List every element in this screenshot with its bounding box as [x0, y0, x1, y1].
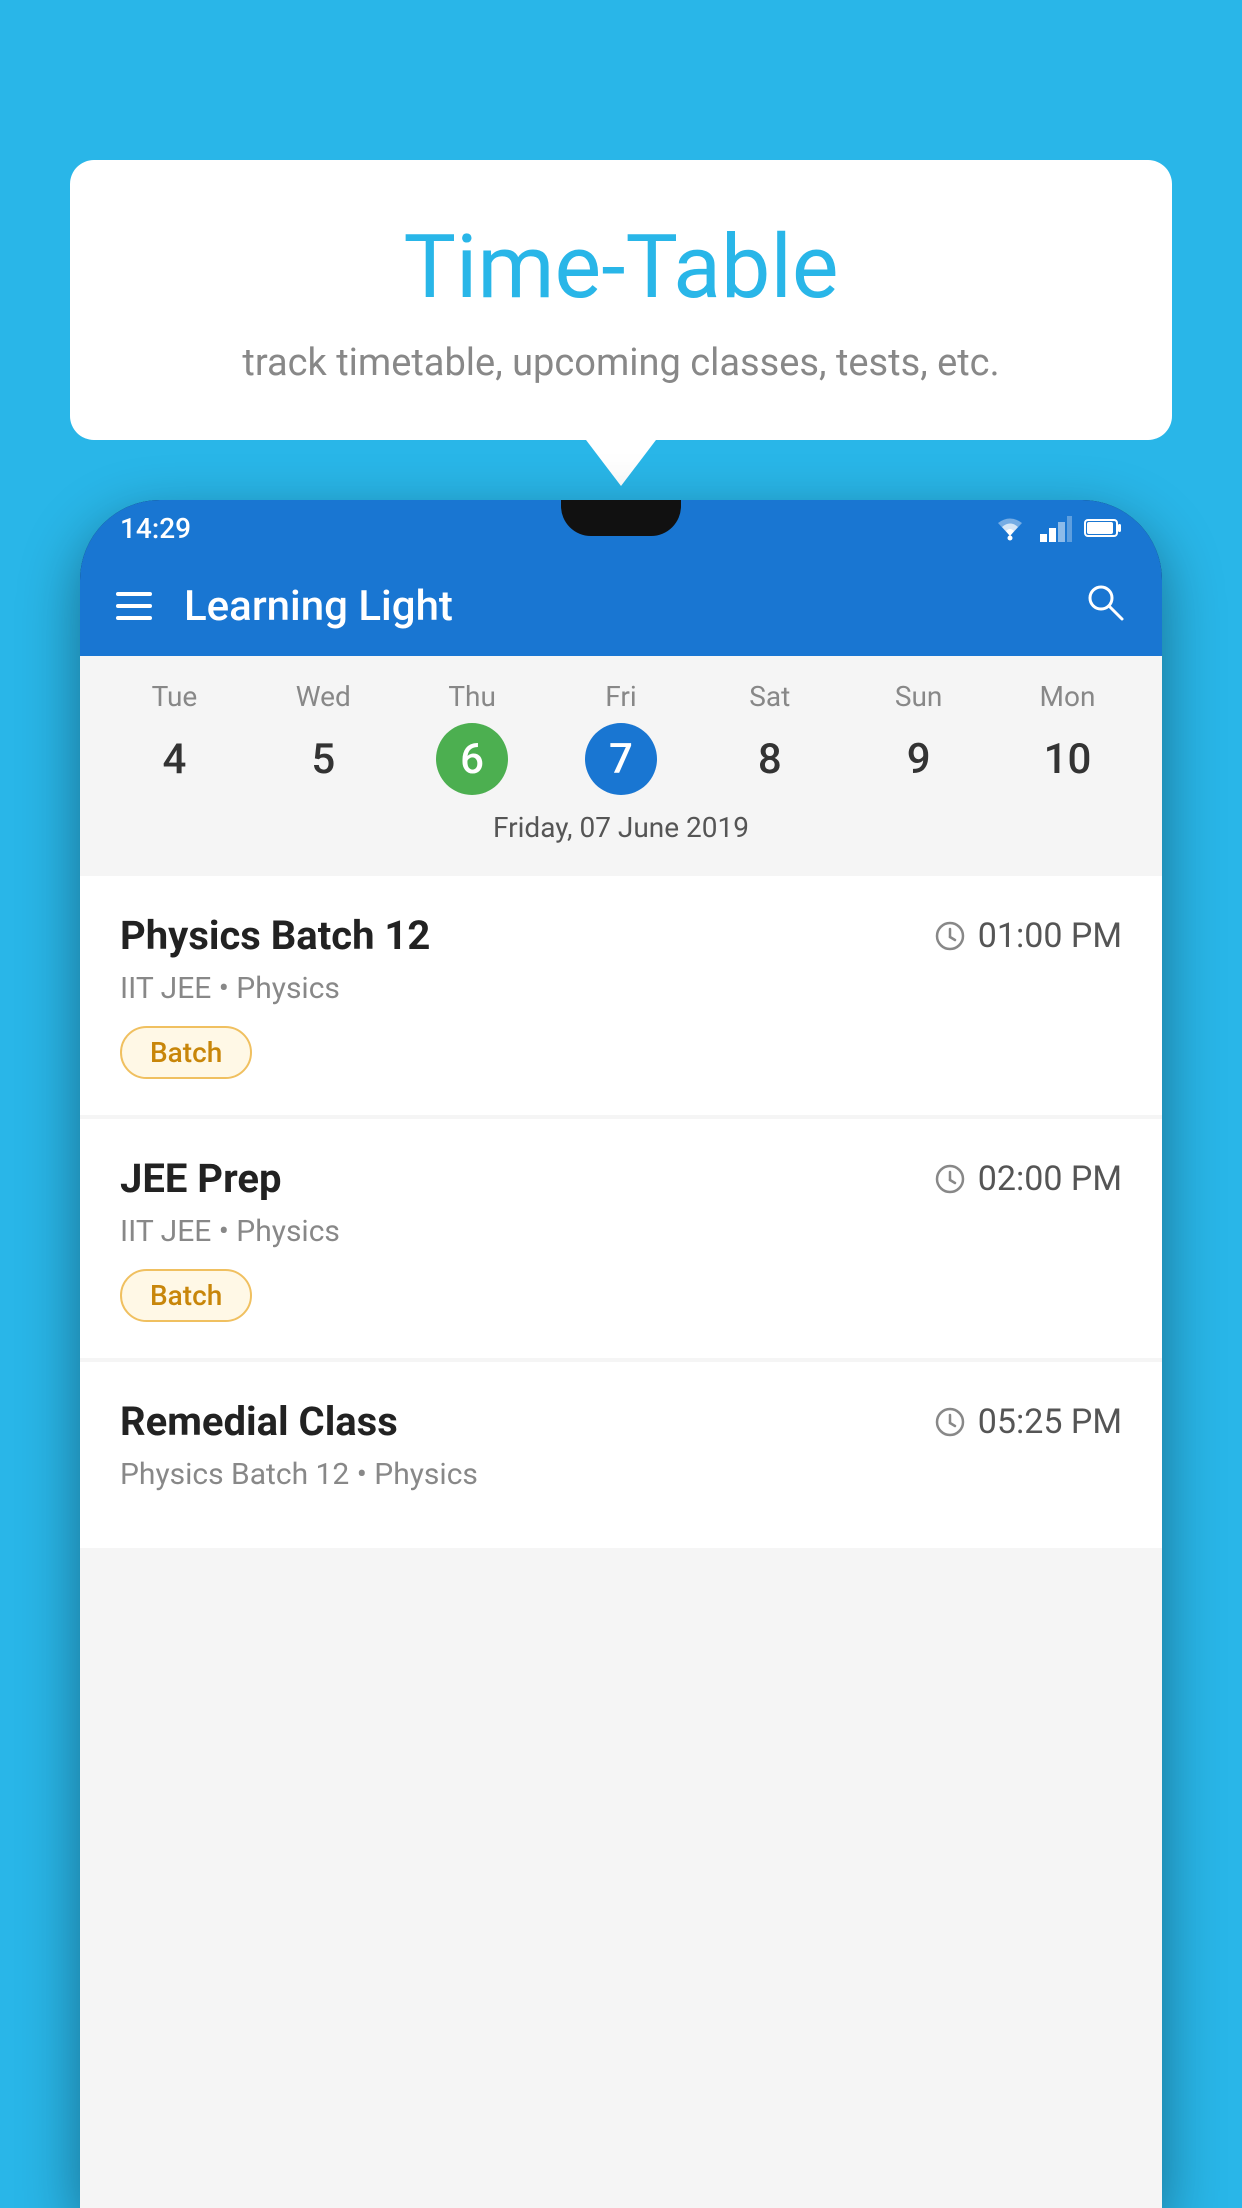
schedule-item-1[interactable]: JEE Prep 02:00 PM IIT JEE • Physics Batch: [80, 1119, 1162, 1358]
day-label: Thu: [448, 680, 496, 713]
hamburger-menu-icon[interactable]: [116, 592, 152, 620]
day-label: Fri: [605, 680, 636, 713]
day-label: Tue: [152, 680, 198, 713]
time-text: 01:00 PM: [978, 916, 1122, 956]
wifi-icon: [992, 514, 1028, 542]
status-time: 14:29: [120, 512, 191, 545]
calendar-day-8[interactable]: Sat 8: [734, 680, 806, 795]
signal-icon: [1040, 514, 1072, 542]
calendar-days: Tue 4 Wed 5 Thu 6 Fri 7 Sat 8 Sun 9 Mon 10: [80, 680, 1162, 795]
calendar-strip: Tue 4 Wed 5 Thu 6 Fri 7 Sat 8 Sun 9 Mon 10 Friday, 07…: [80, 656, 1162, 876]
calendar-day-4[interactable]: Tue 4: [138, 680, 210, 795]
schedule-meta: Physics Batch 12 • Physics: [120, 1457, 1122, 1492]
day-label: Sun: [895, 680, 943, 713]
schedule-meta: IIT JEE • Physics: [120, 971, 1122, 1006]
app-bar: Learning Light: [80, 556, 1162, 656]
day-number: 10: [1031, 723, 1103, 795]
schedule-name: Physics Batch 12: [120, 912, 430, 959]
day-label: Mon: [1040, 680, 1096, 713]
calendar-day-5[interactable]: Wed 5: [287, 680, 359, 795]
schedule-item-header: JEE Prep 02:00 PM: [120, 1155, 1122, 1202]
day-number: 8: [734, 723, 806, 795]
day-label: Sat: [749, 680, 790, 713]
day-number: 4: [138, 723, 210, 795]
time-text: 05:25 PM: [978, 1402, 1122, 1442]
day-number: 6: [436, 723, 508, 795]
speech-bubble-container: Time-Table track timetable, upcoming cla…: [70, 160, 1172, 440]
calendar-date-label: Friday, 07 June 2019: [80, 795, 1162, 864]
phone-inner: Tue 4 Wed 5 Thu 6 Fri 7 Sat 8 Sun 9 Mon 10 Friday, 07…: [80, 656, 1162, 2208]
bubble-title: Time-Table: [130, 220, 1112, 317]
bubble-subtitle: track timetable, upcoming classes, tests…: [130, 341, 1112, 385]
day-number: 5: [287, 723, 359, 795]
day-number: 9: [883, 723, 955, 795]
battery-icon: [1084, 517, 1122, 539]
status-icons: [992, 514, 1122, 542]
schedule-badge: Batch: [120, 1269, 252, 1322]
schedule-meta: IIT JEE • Physics: [120, 1214, 1122, 1249]
calendar-day-10[interactable]: Mon 10: [1031, 680, 1103, 795]
time-text: 02:00 PM: [978, 1159, 1122, 1199]
search-icon[interactable]: [1082, 579, 1126, 634]
speech-bubble: Time-Table track timetable, upcoming cla…: [70, 160, 1172, 440]
phone-frame: 14:29: [80, 500, 1162, 2208]
calendar-day-9[interactable]: Sun 9: [883, 680, 955, 795]
schedule-item-2[interactable]: Remedial Class 05:25 PM Physics Batch 12 …: [80, 1362, 1162, 1548]
clock-icon: [934, 920, 966, 952]
schedule-item-0[interactable]: Physics Batch 12 01:00 PM IIT JEE • Physi…: [80, 876, 1162, 1115]
schedule-item-header: Remedial Class 05:25 PM: [120, 1398, 1122, 1445]
schedule-name: Remedial Class: [120, 1398, 398, 1445]
schedule-time: 05:25 PM: [934, 1402, 1122, 1442]
calendar-day-6[interactable]: Thu 6: [436, 680, 508, 795]
schedule-name: JEE Prep: [120, 1155, 281, 1202]
status-bar: 14:29: [80, 500, 1162, 556]
app-title: Learning Light: [184, 582, 1050, 631]
schedule-badge: Batch: [120, 1026, 252, 1079]
notch: [561, 500, 681, 536]
schedule-time: 02:00 PM: [934, 1159, 1122, 1199]
schedule-time: 01:00 PM: [934, 916, 1122, 956]
day-label: Wed: [296, 680, 351, 713]
calendar-day-7[interactable]: Fri 7: [585, 680, 657, 795]
day-number: 7: [585, 723, 657, 795]
schedule-item-header: Physics Batch 12 01:00 PM: [120, 912, 1122, 959]
schedule-list: Physics Batch 12 01:00 PM IIT JEE • Physi…: [80, 876, 1162, 2208]
clock-icon: [934, 1406, 966, 1438]
clock-icon: [934, 1163, 966, 1195]
